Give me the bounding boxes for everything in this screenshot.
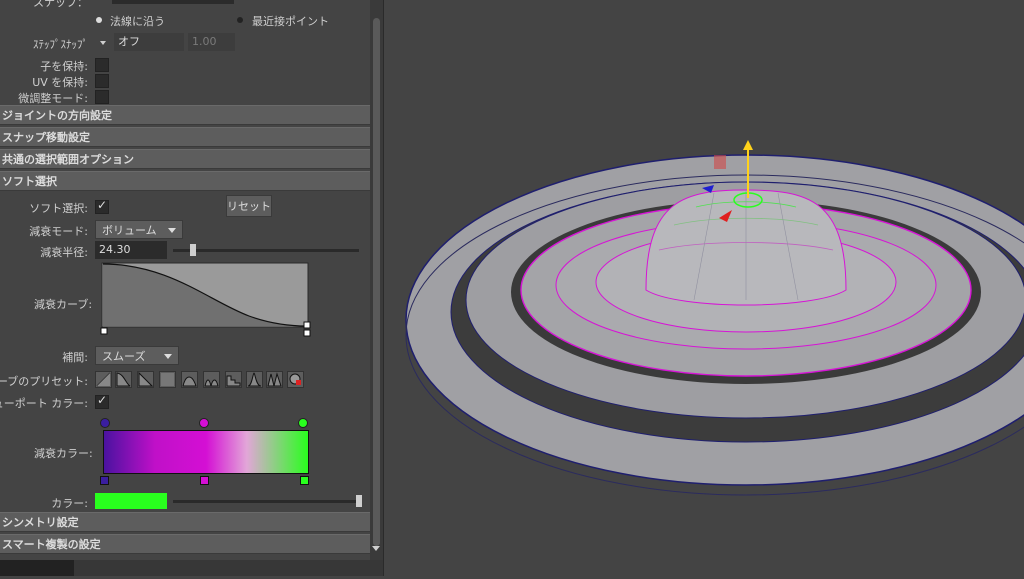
preset-ease-in-icon[interactable] [115, 371, 132, 388]
color-swatch[interactable] [95, 493, 167, 509]
chevron-down-icon [164, 354, 172, 359]
preset-linear-icon[interactable] [95, 371, 112, 388]
falloff-mode-dropdown[interactable]: ボリューム [95, 220, 183, 239]
preset-spike-icon[interactable] [246, 371, 263, 388]
preset-hill-icon[interactable] [181, 371, 198, 388]
ramp-key-bottom-1[interactable] [100, 476, 109, 485]
panel-bottom-strip [0, 560, 383, 576]
section-smart-duplicate[interactable]: スマート複製の設定 [0, 534, 370, 554]
curve-key-right-top[interactable] [303, 321, 311, 329]
interpolation-row: 補間: スムーズ [0, 346, 370, 366]
step-snap-mode[interactable]: オフ [114, 33, 184, 51]
scrollbar-thumb[interactable] [373, 18, 380, 546]
falloff-radius-row: 減衰半径: 24.30 [0, 241, 370, 261]
falloff-mode-value: ボリューム [102, 224, 157, 237]
ramp-key-top-3[interactable] [298, 418, 308, 428]
step-snap-caret-icon[interactable] [100, 41, 106, 45]
interpolation-dropdown[interactable]: スムーズ [95, 346, 179, 365]
snap-radio-row: 法線に沿う 最近接ポイント [0, 10, 370, 30]
radio-closest-point[interactable] [237, 17, 243, 23]
viewport-scene[interactable] [384, 0, 1024, 576]
partial-top-field[interactable] [112, 0, 234, 4]
interpolation-value: スムーズ [102, 350, 146, 363]
plane-handle-icon [714, 155, 726, 169]
falloff-color-label: 減衰カラー: [34, 447, 93, 460]
partial-top-label: スナップ： [33, 0, 88, 9]
falloff-radius-slider[interactable] [173, 249, 359, 252]
radio-closest-point-label: 最近接ポイント [252, 15, 329, 28]
curve-key-left[interactable] [100, 327, 108, 335]
y-axis-arrow-icon [743, 140, 753, 150]
preset-soft-icon[interactable] [137, 371, 154, 388]
preserve-children-checkbox[interactable] [95, 58, 109, 72]
preset-double-spike-icon[interactable] [266, 371, 283, 388]
ramp-key-top-2[interactable] [199, 418, 209, 428]
tweak-mode-label: 微調整モード: [18, 92, 88, 105]
falloff-curve-label: 減衰カーブ: [34, 298, 93, 311]
ramp-key-bottom-3[interactable] [300, 476, 309, 485]
preset-wave-icon[interactable] [203, 371, 220, 388]
preset-flat-icon[interactable] [159, 371, 176, 388]
soft-select-row: ソフト選択: [0, 197, 370, 217]
interpolation-label: 補間: [62, 351, 88, 364]
ramp-gradient[interactable] [103, 430, 309, 474]
viewport-color-checkbox[interactable] [95, 393, 109, 409]
step-snap-label: ｽﾃｯﾌﾟｽﾅｯﾌﾟ [33, 38, 88, 51]
curve-key-right[interactable] [303, 329, 311, 337]
radio-surface-normal[interactable] [96, 17, 102, 23]
3d-viewport[interactable] [384, 0, 1024, 576]
color-row: カラー: [0, 492, 370, 512]
viewport-color-label: ビューポート カラー: [0, 397, 88, 410]
section-snap-move[interactable]: スナップ移動設定 [0, 127, 370, 147]
scroll-down-icon[interactable] [372, 546, 380, 551]
color-slider-handle[interactable] [356, 495, 362, 507]
curve-presets-label: カーブのプリセット: [0, 375, 88, 388]
tweak-mode-row: 微調整モード: [0, 87, 370, 107]
ramp-key-bottom-2[interactable] [200, 476, 209, 485]
step-snap-number[interactable]: 1.00 [188, 33, 235, 51]
soft-select-label: ソフト選択: [29, 202, 88, 215]
falloff-radius-input[interactable]: 24.30 [95, 241, 167, 259]
falloff-color-ramp[interactable] [100, 418, 312, 486]
section-joint-orientation[interactable]: ジョイントの方向設定 [0, 105, 370, 125]
section-soft-select[interactable]: ソフト選択 [0, 171, 370, 191]
tool-settings-panel: スナップ： 法線に沿う 最近接ポイント ｽﾃｯﾌﾟｽﾅｯﾌﾟ オフ 1.00 子… [0, 0, 384, 576]
tweak-mode-checkbox[interactable] [95, 90, 109, 104]
preset-steps-icon[interactable] [225, 371, 242, 388]
radio-surface-normal-label: 法線に沿う [110, 15, 165, 28]
color-slider[interactable] [173, 500, 359, 503]
ramp-key-top-1[interactable] [100, 418, 110, 428]
falloff-mode-label: 減衰モード: [29, 225, 88, 238]
reset-button[interactable]: リセット [226, 195, 272, 217]
falloff-mode-row: 減衰モード: ボリューム [0, 220, 370, 240]
panel-scrollbar[interactable] [370, 0, 383, 560]
chevron-down-icon [168, 228, 176, 233]
preserve-uv-checkbox[interactable] [95, 74, 109, 88]
preset-edit-icon[interactable] [287, 371, 304, 388]
falloff-radius-slider-handle[interactable] [190, 244, 196, 256]
section-common-selection[interactable]: 共通の選択範囲オプション [0, 149, 370, 169]
falloff-curve-graph[interactable] [99, 261, 312, 339]
soft-select-checkbox[interactable] [95, 198, 109, 214]
step-snap-row: ｽﾃｯﾌﾟｽﾅｯﾌﾟ オフ 1.00 [0, 33, 370, 53]
viewport-color-row: ビューポート カラー: [0, 392, 370, 412]
falloff-radius-label: 減衰半径: [40, 246, 88, 259]
color-label: カラー: [51, 497, 88, 510]
section-symmetry[interactable]: シンメトリ設定 [0, 512, 370, 532]
